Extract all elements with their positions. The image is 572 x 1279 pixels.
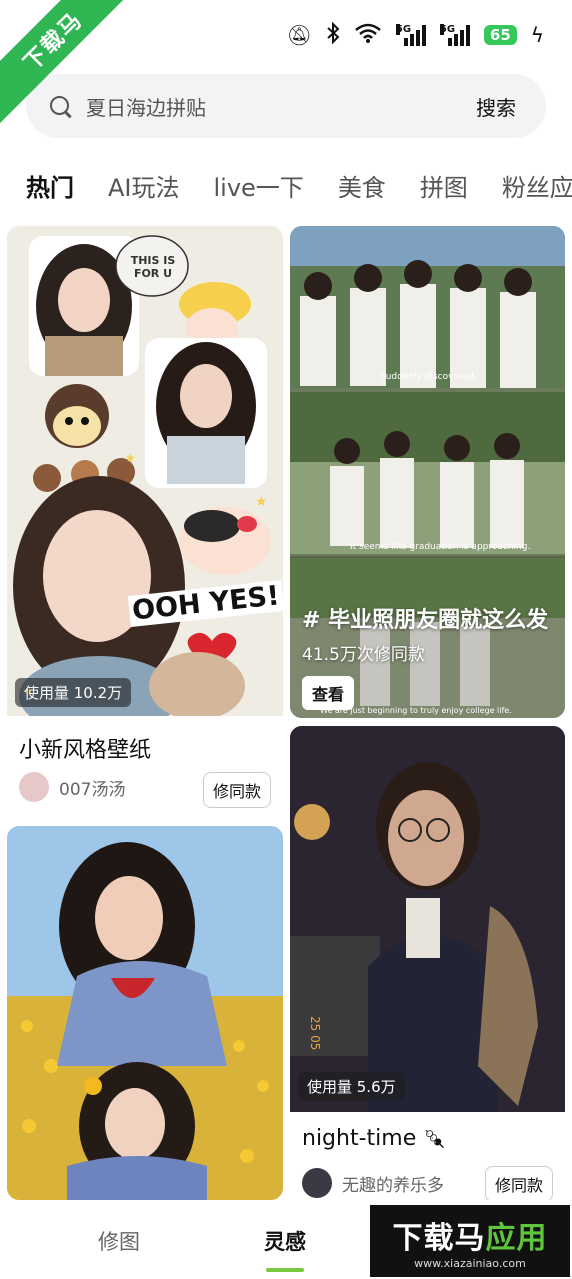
remix-button[interactable]: 修同款 [202, 772, 271, 808]
search-icon [50, 96, 72, 118]
author-info[interactable]: 无趣的养乐多 [302, 1168, 444, 1198]
template-card-night-time[interactable]: 25 05 使用量 5.6万 night-time 🍡︎ 无趣的养乐多 修同款 [290, 726, 565, 1200]
nav-active-indicator [266, 1268, 304, 1272]
status-bar: 🔕︎ 5G 5G 65 ϟ [287, 18, 544, 52]
author-info[interactable]: 007汤汤 [19, 772, 125, 802]
avatar [19, 772, 49, 802]
bluetooth-icon [326, 21, 340, 49]
signal-icon-2: 5G [439, 24, 470, 46]
caption-2: It seems like graduation is approaching. [350, 542, 531, 552]
tab-live[interactable]: live一下 [214, 168, 304, 220]
battery-indicator: 65 [483, 25, 517, 45]
author-name: 无趣的养乐多 [342, 1175, 444, 1196]
view-button[interactable]: 查看 [302, 676, 355, 710]
nav-edit[interactable]: 修图 [98, 1226, 140, 1256]
nav-inspiration[interactable]: 灵感 [264, 1226, 306, 1256]
popsicle-icon: 🍡︎ [423, 1129, 447, 1150]
charging-icon: ϟ [530, 23, 544, 47]
topic-count: 41.5万次修同款 [302, 645, 425, 665]
tab-ai[interactable]: AI玩法 [108, 168, 180, 220]
tab-food[interactable]: 美食 [338, 168, 386, 220]
tab-collage[interactable]: 拼图 [420, 168, 468, 220]
usage-badge: 使用量 10.2万 [15, 678, 132, 707]
category-tabs: 热门 AI玩法 live一下 美食 拼图 粉丝应 [26, 168, 572, 220]
topic-card-graduation[interactable]: Suddenly discovered. It seems like gradu… [290, 226, 565, 718]
mute-icon: 🔕︎ [286, 23, 312, 47]
usage-badge: 使用量 5.6万 [298, 1072, 405, 1101]
caption-1: Suddenly discovered. [380, 372, 477, 382]
tab-fans[interactable]: 粉丝应 [502, 168, 572, 220]
template-image [7, 826, 283, 1200]
template-image: 25 05 [290, 726, 565, 1112]
tab-hot[interactable]: 热门 [26, 168, 74, 220]
signal-icon-1: 5G [395, 24, 426, 46]
topic-title: # 毕业照朋友圈就这么发 [302, 608, 549, 633]
sticker-bubble-text: THIS IS FOR U [130, 254, 176, 280]
search-input[interactable]: 夏日海边拼贴 [86, 92, 476, 121]
template-card-sticker-wallpaper[interactable]: ★ ★ ★ THIS IS FOR U OOH YES! 使用量 10.2万 小… [7, 226, 283, 818]
watermark-logo: 下载马应用 www.xiazainiao.com [370, 1205, 570, 1277]
author-name: 007汤汤 [59, 779, 126, 800]
template-image: ★ ★ ★ THIS IS FOR U OOH YES! [7, 226, 283, 716]
search-button[interactable]: 搜索 [476, 92, 516, 121]
svg-text:★: ★ [255, 494, 268, 510]
card-title: 小新风格壁纸 [19, 738, 152, 763]
template-card-flower-field[interactable] [7, 826, 283, 1200]
card-title: night-time 🍡︎ [302, 1126, 447, 1151]
vertical-date: 25 05 [308, 1016, 322, 1051]
remix-button[interactable]: 修同款 [484, 1166, 553, 1200]
wifi-icon [354, 23, 382, 48]
svg-text:★: ★ [125, 451, 136, 465]
search-bar[interactable]: 夏日海边拼贴 搜索 [26, 74, 546, 138]
avatar [302, 1168, 332, 1198]
